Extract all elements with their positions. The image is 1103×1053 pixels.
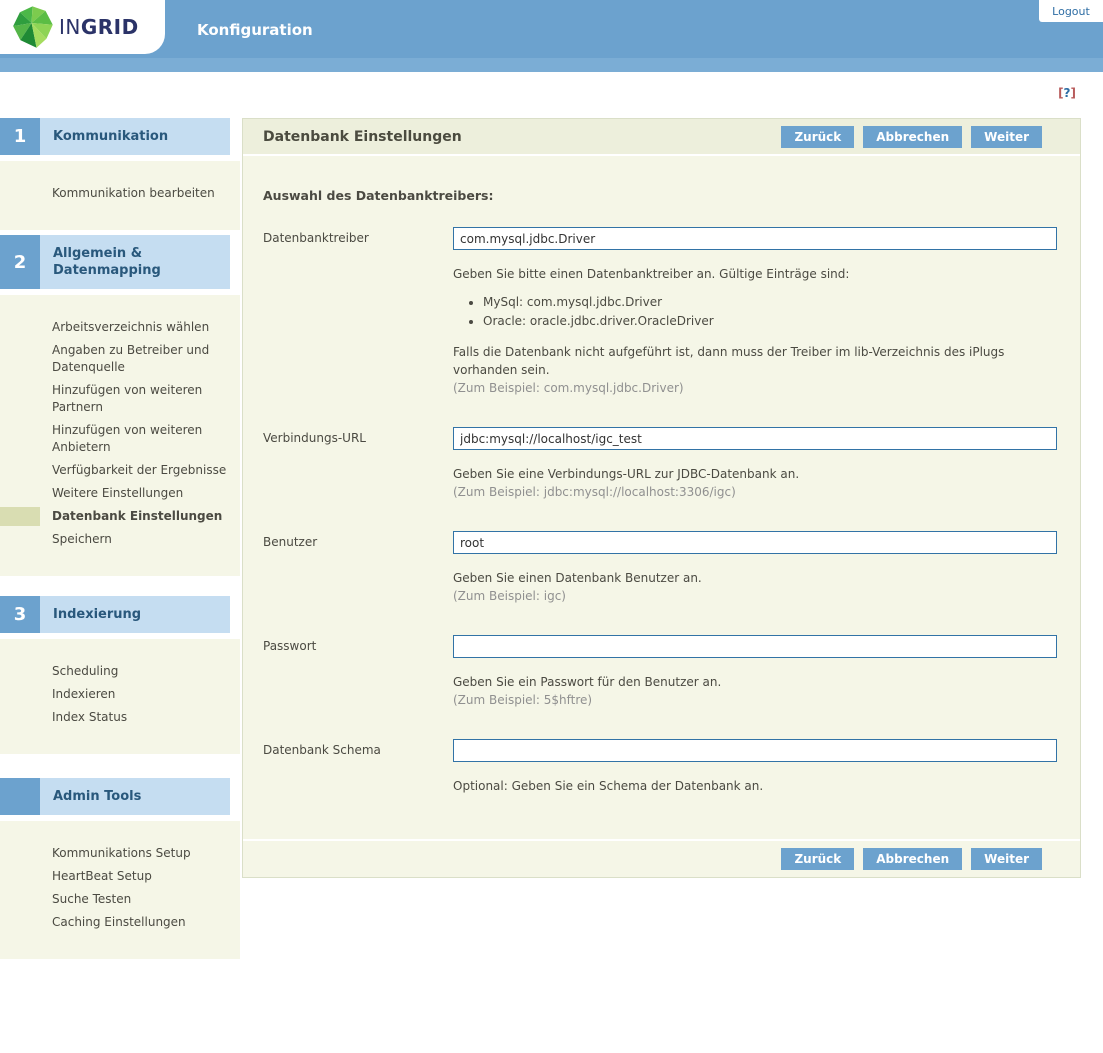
sidebar-item-heartbeat-setup[interactable]: HeartBeat Setup: [0, 868, 240, 885]
section-title-allgemein: Allgemein & Datenmapping: [40, 235, 230, 289]
section-title-kommunikation: Kommunikation: [40, 118, 230, 155]
next-button-top[interactable]: Weiter: [971, 126, 1042, 148]
field-row-datenbank-schema: Datenbank Schema Optional: Geben Sie ein…: [263, 739, 1057, 795]
field-row-passwort: Passwort Geben Sie ein Passwort für den …: [263, 635, 1057, 709]
section-title-indexierung: Indexierung: [40, 596, 230, 633]
driver-option-mysql: MySql: com.mysql.jdbc.Driver: [483, 293, 1057, 312]
passwort-input[interactable]: [453, 635, 1057, 658]
passwort-help: Geben Sie ein Passwort für den Benutzer …: [453, 673, 1057, 691]
bottom-button-row: Zurück Abbrechen Weiter: [781, 848, 1042, 870]
sidebar-section-admin-tools: Admin Tools: [0, 778, 230, 815]
section-number-2: 2: [0, 235, 40, 289]
benutzer-example: (Zum Beispiel: igc): [453, 587, 1057, 605]
sidebar-menu-indexierung: Scheduling Indexieren Index Status: [0, 639, 240, 754]
sidebar-section-kommunikation: 1 Kommunikation: [0, 118, 230, 155]
datenbanktreiber-help: Geben Sie bitte einen Datenbanktreiber a…: [453, 265, 1057, 283]
panel-title: Datenbank Einstellungen: [263, 129, 462, 145]
section-number-1: 1: [0, 118, 40, 155]
panel-body: Auswahl des Datenbanktreibers: Datenbank…: [243, 156, 1080, 839]
datenbank-schema-label: Datenbank Schema: [263, 739, 453, 795]
sidebar-item-kommunikation-bearbeiten[interactable]: Kommunikation bearbeiten: [0, 185, 240, 202]
datenbanktreiber-label: Datenbanktreiber: [263, 227, 453, 397]
sidebar-item-datenbank-einstellungen[interactable]: Datenbank Einstellungen: [0, 508, 240, 525]
benutzer-label: Benutzer: [263, 531, 453, 605]
datenbanktreiber-example: (Zum Beispiel: com.mysql.jdbc.Driver): [453, 379, 1057, 397]
sidebar-item-weitere-partner[interactable]: Hinzufügen von weiteren Partnern: [0, 382, 240, 416]
sidebar-item-weitere-einstellungen[interactable]: Weitere Einstellungen: [0, 485, 240, 502]
verbindungs-url-input[interactable]: [453, 427, 1057, 450]
verbindungs-url-help: Geben Sie eine Verbindungs-URL zur JDBC-…: [453, 465, 1057, 483]
field-row-datenbanktreiber: Datenbanktreiber Geben Sie bitte einen D…: [263, 227, 1057, 397]
panel-titlebar: Datenbank Einstellungen Zurück Abbrechen…: [243, 119, 1080, 156]
app-header: INGRID Konfiguration Logout: [0, 0, 1103, 72]
brand-name: INGRID: [59, 15, 139, 39]
form-section-heading: Auswahl des Datenbanktreibers:: [263, 188, 1057, 203]
datenbank-schema-help: Optional: Geben Sie ein Schema der Daten…: [453, 777, 1057, 795]
sidebar-menu-admin-tools: Kommunikations Setup HeartBeat Setup Suc…: [0, 821, 240, 959]
ingrid-logo[interactable]: INGRID: [0, 0, 165, 54]
main-panel: Datenbank Einstellungen Zurück Abbrechen…: [242, 118, 1081, 878]
help-row: [?]: [0, 72, 1103, 118]
sidebar-item-angaben-betreiber[interactable]: Angaben zu Betreiber und Datenquelle: [0, 342, 240, 376]
back-button-top[interactable]: Zurück: [781, 126, 854, 148]
logout-button[interactable]: Logout: [1039, 0, 1103, 22]
field-row-benutzer: Benutzer Geben Sie einen Datenbank Benut…: [263, 531, 1057, 605]
datenbank-schema-input[interactable]: [453, 739, 1057, 762]
sidebar-item-index-status[interactable]: Index Status: [0, 709, 240, 726]
sidebar-item-weitere-anbieter[interactable]: Hinzufügen von weiteren Anbietern: [0, 422, 240, 456]
back-button-bottom[interactable]: Zurück: [781, 848, 854, 870]
benutzer-help: Geben Sie einen Datenbank Benutzer an.: [453, 569, 1057, 587]
passwort-example: (Zum Beispiel: 5$hftre): [453, 691, 1057, 709]
cancel-button-top[interactable]: Abbrechen: [863, 126, 962, 148]
next-button-bottom[interactable]: Weiter: [971, 848, 1042, 870]
field-row-verbindungs-url: Verbindungs-URL Geben Sie eine Verbindun…: [263, 427, 1057, 501]
sidebar-item-arbeitsverzeichnis[interactable]: Arbeitsverzeichnis wählen: [0, 319, 240, 336]
sidebar-section-indexierung: 3 Indexierung: [0, 596, 230, 633]
panel-footer: Zurück Abbrechen Weiter: [243, 839, 1080, 877]
verbindungs-url-example: (Zum Beispiel: jdbc:mysql://localhost:33…: [453, 483, 1057, 501]
cancel-button-bottom[interactable]: Abbrechen: [863, 848, 962, 870]
section-number-admin: [0, 778, 40, 815]
benutzer-input[interactable]: [453, 531, 1057, 554]
ingrid-gem-icon: [10, 5, 55, 50]
page-title: Konfiguration: [197, 21, 313, 39]
sidebar-item-verfuegbarkeit[interactable]: Verfügbarkeit der Ergebnisse: [0, 462, 240, 479]
sidebar-item-scheduling[interactable]: Scheduling: [0, 663, 240, 680]
sidebar-nav: 1 Kommunikation Kommunikation bearbeiten…: [0, 118, 240, 964]
section-number-3: 3: [0, 596, 40, 633]
datenbanktreiber-input[interactable]: [453, 227, 1057, 250]
top-button-row: Zurück Abbrechen Weiter: [781, 126, 1042, 148]
verbindungs-url-label: Verbindungs-URL: [263, 427, 453, 501]
sidebar-item-kommunikations-setup[interactable]: Kommunikations Setup: [0, 845, 240, 862]
section-title-admin-tools: Admin Tools: [40, 778, 230, 815]
help-link[interactable]: [?]: [1058, 86, 1076, 100]
sidebar-menu-allgemein: Arbeitsverzeichnis wählen Angaben zu Bet…: [0, 295, 240, 576]
passwort-label: Passwort: [263, 635, 453, 709]
sidebar-item-speichern[interactable]: Speichern: [0, 531, 240, 548]
sidebar-item-caching-einstellungen[interactable]: Caching Einstellungen: [0, 914, 240, 931]
datenbanktreiber-note: Falls die Datenbank nicht aufgeführt ist…: [453, 343, 1057, 379]
sidebar-section-allgemein: 2 Allgemein & Datenmapping: [0, 235, 230, 289]
sidebar-item-suche-testen[interactable]: Suche Testen: [0, 891, 240, 908]
sidebar-menu-kommunikation: Kommunikation bearbeiten: [0, 161, 240, 230]
driver-options-list: MySql: com.mysql.jdbc.Driver Oracle: ora…: [483, 293, 1057, 331]
sidebar-item-indexieren[interactable]: Indexieren: [0, 686, 240, 703]
driver-option-oracle: Oracle: oracle.jdbc.driver.OracleDriver: [483, 312, 1057, 331]
